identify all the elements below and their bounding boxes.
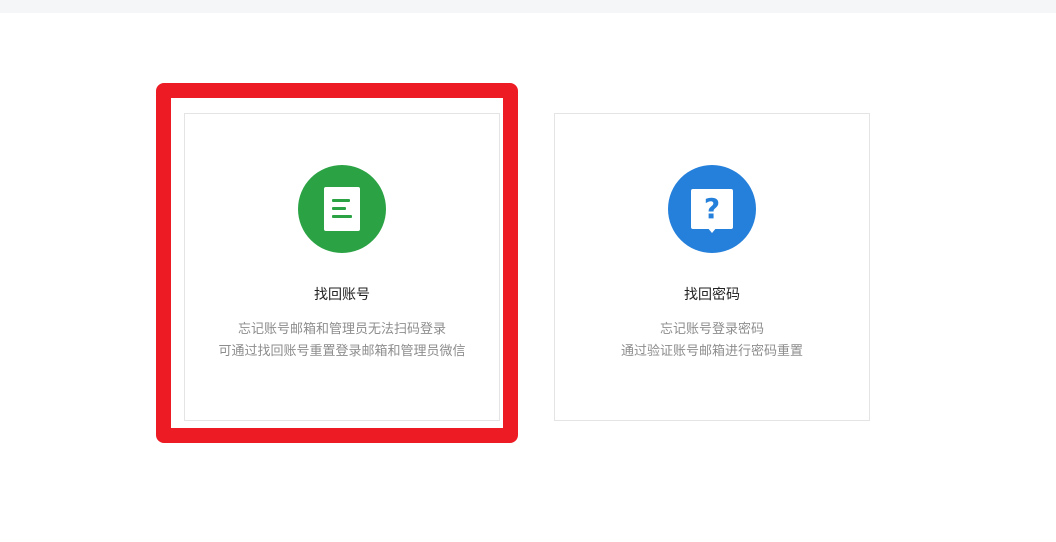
recover-password-desc-line2: 通过验证账号邮箱进行密码重置 [620,344,803,359]
document-icon [324,187,360,231]
recover-account-card[interactable]: 找回账号 忘记账号邮箱和管理员无法扫码登录 可通过找回账号重置登录邮箱和管理员微… [184,113,500,421]
help-question-icon: ? [691,189,733,233]
recover-account-description: 忘记账号邮箱和管理员无法扫码登录 可通过找回账号重置登录邮箱和管理员微信 [185,319,499,363]
recover-password-desc-line1: 忘记账号登录密码 [659,322,764,337]
recover-account-desc-line2: 可通过找回账号重置登录邮箱和管理员微信 [218,344,466,359]
recover-password-title: 找回密码 [684,287,740,303]
recover-account-title: 找回账号 [314,287,370,303]
recover-password-card[interactable]: ? 找回密码 忘记账号登录密码 通过验证账号邮箱进行密码重置 [554,113,870,421]
recover-password-description: 忘记账号登录密码 通过验证账号邮箱进行密码重置 [555,319,869,363]
recover-password-icon-circle: ? [668,165,756,253]
recover-account-desc-line1: 忘记账号邮箱和管理员无法扫码登录 [237,322,446,337]
top-bar [0,0,1056,13]
recover-account-icon-circle [298,165,386,253]
